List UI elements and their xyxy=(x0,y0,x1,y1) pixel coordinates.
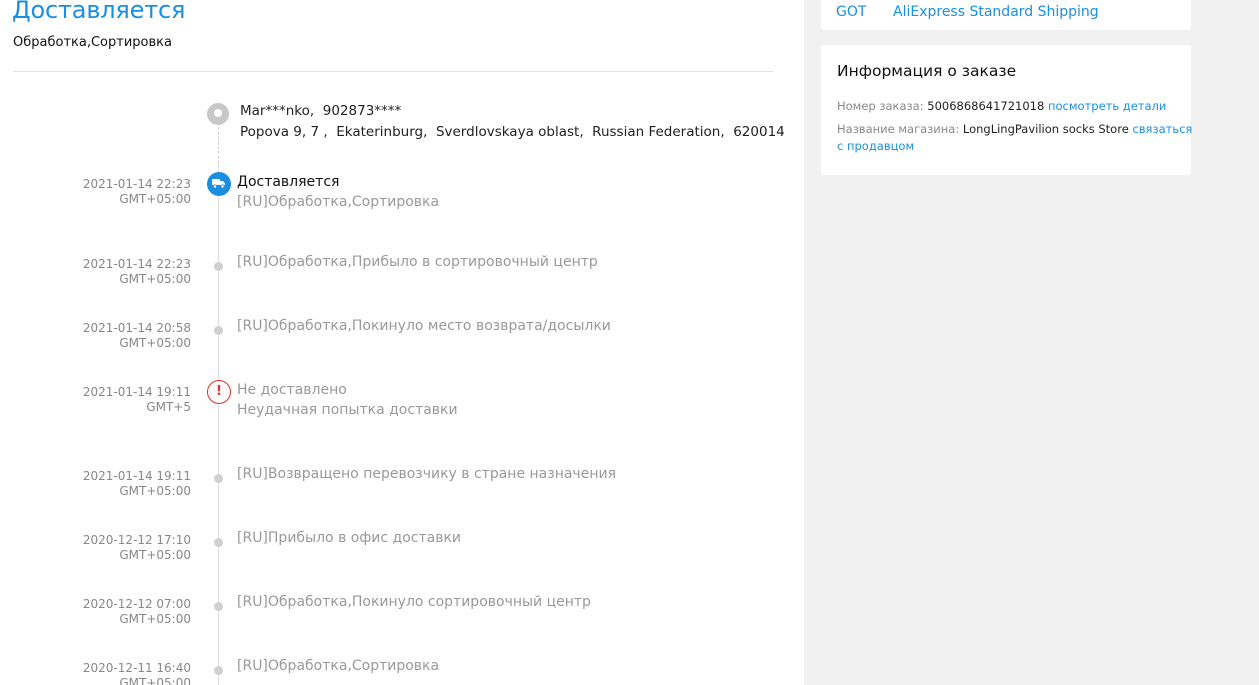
event-time: 2021-01-14 20:58 GMT+05:00 xyxy=(82,321,191,350)
shipping-service-link[interactable]: AliExpress Standard Shipping xyxy=(893,4,1099,20)
event-title: [RU]Возвращено перевозчику в стране назн… xyxy=(237,466,616,482)
tracking-panel: Доставляется Обработка,Сортировка Mar***… xyxy=(0,0,804,685)
divider xyxy=(13,71,773,72)
store-row: Название магазина: LongLingPavilion sock… xyxy=(837,122,1192,136)
store-name: LongLingPavilion socks Store xyxy=(962,122,1129,136)
contact-seller-link[interactable]: связаться xyxy=(1132,122,1192,136)
event-description: [RU]Обработка,Сортировка xyxy=(237,194,440,210)
event-time: 2020-12-12 17:10 GMT+05:00 xyxy=(82,533,191,562)
order-info-title: Информация о заказе xyxy=(837,62,1017,80)
event-time: 2021-01-14 22:23 GMT+05:00 xyxy=(82,177,191,206)
event-title: [RU]Обработка,Покинуло место возврата/до… xyxy=(237,318,611,334)
timeline-dot xyxy=(214,474,223,483)
event-title: [RU]Обработка,Покинуло сортировочный цен… xyxy=(237,594,591,610)
timeline-dot xyxy=(214,538,223,547)
status-subtitle: Обработка,Сортировка xyxy=(13,35,172,50)
store-row-continued: с продавцом xyxy=(837,139,914,153)
store-label: Название магазина: xyxy=(837,122,960,136)
timeline-dot xyxy=(214,666,223,675)
order-number: 5006868641721018 xyxy=(927,99,1045,113)
order-number-row: Номер заказа: 5006868641721018 посмотрет… xyxy=(837,99,1166,113)
status-title: Доставляется xyxy=(12,0,186,24)
event-title: [RU]Прибыло в офис доставки xyxy=(237,530,462,546)
truck-icon xyxy=(207,172,231,196)
timeline-dashed-connector xyxy=(218,127,219,173)
recipient-address: Popova 9, 7 , Ekaterinburg, Sverdlovskay… xyxy=(240,124,785,140)
event-time: 2021-01-14 19:11 GMT+05:00 xyxy=(82,469,191,498)
order-info-card: Информация о заказе Номер заказа: 500686… xyxy=(821,45,1192,175)
timeline-dot xyxy=(214,262,223,271)
event-title: Не доставлено xyxy=(237,382,347,398)
timeline-dot xyxy=(214,326,223,335)
timeline-dot xyxy=(214,602,223,611)
location-pin-icon xyxy=(207,103,229,125)
warning-icon: ! xyxy=(207,380,231,404)
event-time: 2020-12-12 07:00 GMT+05:00 xyxy=(82,597,191,626)
event-time: 2020-12-11 16:40 GMT+05:00 xyxy=(82,661,191,685)
recipient-name: Mar***nko, 902873**** xyxy=(240,103,402,119)
event-title: [RU]Обработка,Прибыло в сортировочный це… xyxy=(237,254,598,270)
shipping-card: GOT AliExpress Standard Shipping xyxy=(821,0,1191,30)
order-number-label: Номер заказа: xyxy=(837,99,924,113)
contact-seller-link-continued[interactable]: с продавцом xyxy=(837,139,914,153)
carrier-link[interactable]: GOT xyxy=(836,4,866,20)
event-title: Доставляется xyxy=(237,174,340,190)
view-details-link[interactable]: посмотреть детали xyxy=(1048,99,1166,113)
event-time: 2021-01-14 22:23 GMT+05:00 xyxy=(82,257,191,286)
event-description: Неудачная попытка доставки xyxy=(237,402,458,418)
event-time: 2021-01-14 19:11 GMT+5 xyxy=(82,385,191,414)
event-title: [RU]Обработка,Сортировка xyxy=(237,658,440,674)
